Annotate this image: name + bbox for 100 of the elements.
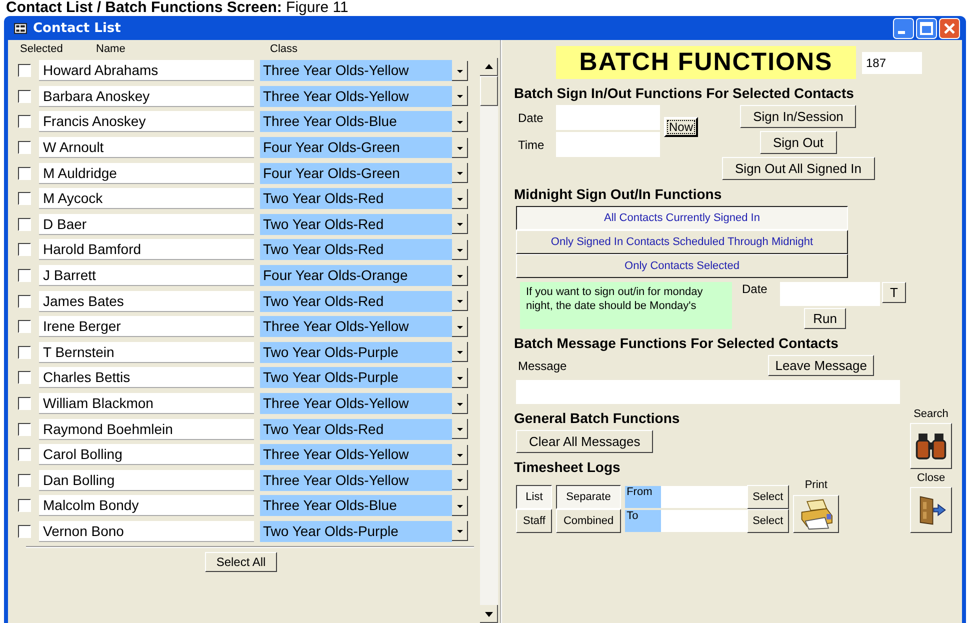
dropdown-arrow-icon[interactable]	[452, 419, 468, 440]
class-dropdown[interactable]: Three Year Olds-Yellow	[260, 316, 452, 338]
dropdown-arrow-icon[interactable]	[452, 521, 468, 542]
class-dropdown[interactable]: Three Year Olds-Blue	[260, 495, 452, 516]
name-field[interactable]: W Arnoult	[39, 137, 254, 158]
class-dropdown[interactable]: Three Year Olds-Yellow	[260, 60, 452, 82]
dropdown-arrow-icon[interactable]	[452, 163, 468, 184]
class-dropdown[interactable]: Three Year Olds-Yellow	[260, 393, 452, 414]
scrollbar[interactable]	[480, 58, 498, 623]
select-all-button[interactable]: Select All	[205, 552, 277, 572]
toggle-button[interactable]: Staff	[516, 509, 552, 533]
name-field[interactable]: Vernon Bono	[39, 520, 254, 542]
name-field[interactable]: Francis Anoskey	[39, 111, 254, 132]
name-field[interactable]: D Baer	[39, 214, 254, 235]
date-field[interactable]	[780, 282, 880, 306]
dropdown-arrow-icon[interactable]	[452, 188, 468, 209]
time-field[interactable]	[556, 132, 660, 157]
checkbox[interactable]	[18, 499, 31, 512]
name-field[interactable]: Carol Bolling	[39, 444, 254, 466]
checkbox[interactable]	[18, 320, 31, 334]
name-field[interactable]: Charles Bettis	[39, 367, 254, 388]
clear-messages-button[interactable]: Clear All Messages	[516, 430, 654, 453]
close-icon[interactable]	[939, 18, 960, 38]
class-dropdown[interactable]: Three Year Olds-Yellow	[260, 470, 452, 491]
name-field[interactable]: M Auldridge	[39, 162, 254, 184]
toggle-button[interactable]: Separate	[556, 485, 621, 509]
option-toggle[interactable]: Only Contacts Selected	[516, 254, 848, 278]
today-button[interactable]: T	[882, 282, 906, 303]
dropdown-arrow-icon[interactable]	[452, 368, 468, 388]
class-dropdown[interactable]: Three Year Olds-Yellow	[260, 86, 452, 107]
class-dropdown[interactable]: Four Year Olds-Green	[260, 137, 452, 158]
scroll-thumb[interactable]	[480, 76, 498, 106]
name-field[interactable]: M Aycock	[39, 188, 254, 210]
dropdown-arrow-icon[interactable]	[452, 240, 468, 260]
toggle-button[interactable]: Combined	[556, 509, 621, 533]
select-button[interactable]: Select	[746, 509, 790, 533]
sign-button[interactable]: Sign Out	[760, 131, 837, 154]
option-toggle[interactable]: All Contacts Currently Signed In	[516, 206, 848, 230]
class-dropdown[interactable]: Two Year Olds-Red	[260, 214, 452, 235]
checkbox[interactable]	[18, 269, 31, 282]
checkbox[interactable]	[18, 294, 31, 308]
checkbox[interactable]	[18, 346, 31, 359]
class-dropdown[interactable]: Two Year Olds-Red	[260, 290, 452, 312]
class-dropdown[interactable]: Three Year Olds-Yellow	[260, 444, 452, 466]
maximize-icon[interactable]	[916, 18, 937, 38]
name-field[interactable]: Barbara Anoskey	[39, 86, 254, 107]
class-dropdown[interactable]: Two Year Olds-Red	[260, 418, 452, 440]
name-field[interactable]: J Barrett	[39, 265, 254, 286]
class-dropdown[interactable]: Three Year Olds-Blue	[260, 111, 452, 132]
name-field[interactable]: Malcolm Bondy	[39, 495, 254, 516]
dropdown-arrow-icon[interactable]	[452, 470, 468, 490]
checkbox[interactable]	[18, 422, 31, 436]
dropdown-arrow-icon[interactable]	[452, 444, 468, 465]
class-dropdown[interactable]: Two Year Olds-Red	[260, 188, 452, 210]
dropdown-arrow-icon[interactable]	[452, 86, 468, 106]
message-field[interactable]	[516, 380, 900, 404]
sign-button[interactable]: Sign Out All Signed In	[722, 157, 874, 180]
checkbox[interactable]	[18, 192, 31, 206]
scroll-down-icon[interactable]	[480, 605, 498, 623]
name-field[interactable]: Howard Abrahams	[39, 60, 254, 82]
name-field[interactable]: Raymond Boehmlein	[39, 418, 254, 440]
checkbox[interactable]	[18, 166, 31, 180]
checkbox[interactable]	[18, 141, 31, 154]
checkbox[interactable]	[18, 218, 31, 231]
checkbox[interactable]	[18, 474, 31, 487]
minimize-icon[interactable]	[893, 18, 914, 38]
option-toggle[interactable]: Only Signed In Contacts Scheduled Through Midnight	[516, 230, 848, 254]
checkbox[interactable]	[18, 243, 31, 256]
checkbox[interactable]	[18, 115, 31, 128]
class-dropdown[interactable]: Four Year Olds-Green	[260, 162, 452, 184]
class-dropdown[interactable]: Four Year Olds-Orange	[260, 265, 452, 286]
checkbox[interactable]	[18, 371, 31, 384]
dropdown-arrow-icon[interactable]	[452, 394, 468, 414]
dropdown-arrow-icon[interactable]	[452, 60, 468, 81]
name-field[interactable]: Dan Bolling	[39, 470, 254, 491]
checkbox[interactable]	[18, 90, 31, 103]
search-button[interactable]	[910, 423, 952, 469]
dropdown-arrow-icon[interactable]	[452, 138, 468, 158]
dropdown-arrow-icon[interactable]	[452, 214, 468, 234]
print-button[interactable]	[793, 495, 840, 533]
name-field[interactable]: Irene Berger	[39, 316, 254, 338]
dropdown-arrow-icon[interactable]	[452, 342, 468, 362]
sign-button[interactable]: Sign In/Session	[740, 105, 856, 128]
from-field[interactable]	[660, 486, 747, 508]
checkbox[interactable]	[18, 64, 31, 78]
dropdown-arrow-icon[interactable]	[452, 266, 468, 286]
dropdown-arrow-icon[interactable]	[452, 496, 468, 516]
checkbox[interactable]	[18, 397, 31, 410]
run-button[interactable]: Run	[804, 308, 846, 329]
close-button[interactable]	[910, 487, 952, 533]
dropdown-arrow-icon[interactable]	[452, 112, 468, 132]
checkbox[interactable]	[18, 524, 31, 538]
class-dropdown[interactable]: Two Year Olds-Red	[260, 239, 452, 260]
leave-message-button[interactable]: Leave Message	[768, 355, 874, 376]
dropdown-arrow-icon[interactable]	[452, 291, 468, 312]
date-field[interactable]	[556, 105, 660, 130]
now-button[interactable]: Now	[664, 117, 698, 137]
class-dropdown[interactable]: Two Year Olds-Purple	[260, 520, 452, 542]
class-dropdown[interactable]: Two Year Olds-Purple	[260, 342, 452, 363]
name-field[interactable]: T Bernstein	[39, 342, 254, 363]
